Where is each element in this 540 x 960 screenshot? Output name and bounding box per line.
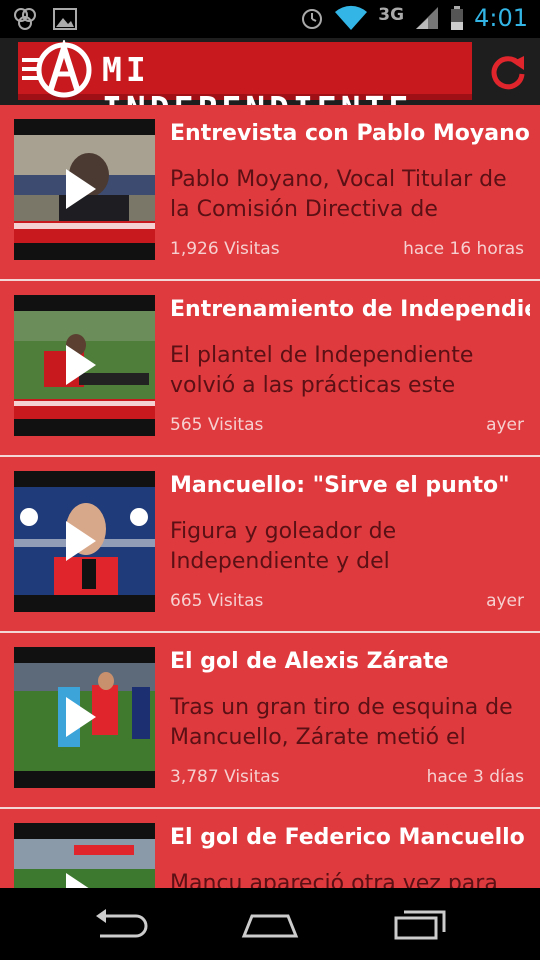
clock: 4:01 (474, 4, 528, 32)
video-thumbnail[interactable] (14, 119, 155, 260)
list-item[interactable]: El gol de Federico Mancuello Mancu apare… (0, 809, 540, 888)
refresh-icon[interactable] (488, 52, 528, 92)
item-description: El plantel de Independiente volvió a las… (170, 343, 474, 398)
item-title: El gol de Alexis Zárate (170, 649, 449, 674)
network-type: 3G (378, 5, 405, 25)
item-time: ayer (486, 415, 524, 435)
item-description: Pablo Moyano, Vocal Titular de la Comisi… (170, 167, 507, 222)
play-icon (66, 345, 96, 385)
signal-icon (416, 7, 439, 29)
item-time: hace 16 horas (403, 239, 524, 259)
item-views: 3,787 Visitas (170, 767, 280, 787)
list-item[interactable]: Entrenamiento de Independiente El plante… (0, 281, 540, 457)
alarm-icon (302, 9, 323, 29)
video-thumbnail[interactable] (14, 295, 155, 436)
item-views: 565 Visitas (170, 415, 264, 435)
club-logo-icon[interactable] (22, 40, 94, 102)
item-description: Tras un gran tiro de esquina de Mancuell… (170, 695, 513, 750)
video-list: Entrevista con Pablo Moyano Pablo Moyano… (0, 105, 540, 888)
item-views: 1,926 Visitas (170, 239, 280, 259)
image-icon (53, 8, 77, 30)
home-icon[interactable] (240, 906, 300, 942)
battery-icon (451, 6, 464, 30)
list-item[interactable]: Mancuello: "Sirve el punto" Figura y gol… (0, 457, 540, 633)
item-views: 665 Visitas (170, 591, 264, 611)
item-time: hace 3 días (426, 767, 524, 787)
navigation-bar (0, 888, 540, 960)
list-item[interactable]: Entrevista con Pablo Moyano Pablo Moyano… (0, 105, 540, 281)
wifi-icon (335, 5, 368, 30)
play-icon (66, 521, 96, 561)
item-description: Figura y goleador de Independiente y del… (170, 519, 397, 574)
item-description: Mancu apareció otra vez para (170, 871, 498, 888)
item-title: Mancuello: "Sirve el punto" (170, 473, 510, 498)
video-thumbnail[interactable] (14, 823, 155, 888)
item-title: Entrevista con Pablo Moyano (170, 121, 530, 146)
item-title: Entrenamiento de Independiente (170, 297, 530, 322)
play-icon (66, 169, 96, 209)
recent-apps-icon[interactable] (390, 906, 450, 942)
video-thumbnail[interactable] (14, 647, 155, 788)
status-bar: 3G 4:01 (0, 0, 540, 38)
play-icon (66, 873, 96, 888)
play-icon (66, 697, 96, 737)
item-time: ayer (486, 591, 524, 611)
list-item[interactable]: El gol de Alexis Zárate Tras un gran tir… (0, 633, 540, 809)
item-title: El gol de Federico Mancuello (170, 825, 525, 850)
back-icon[interactable] (90, 906, 150, 942)
video-thumbnail[interactable] (14, 471, 155, 612)
notification-app-icon (14, 8, 36, 30)
